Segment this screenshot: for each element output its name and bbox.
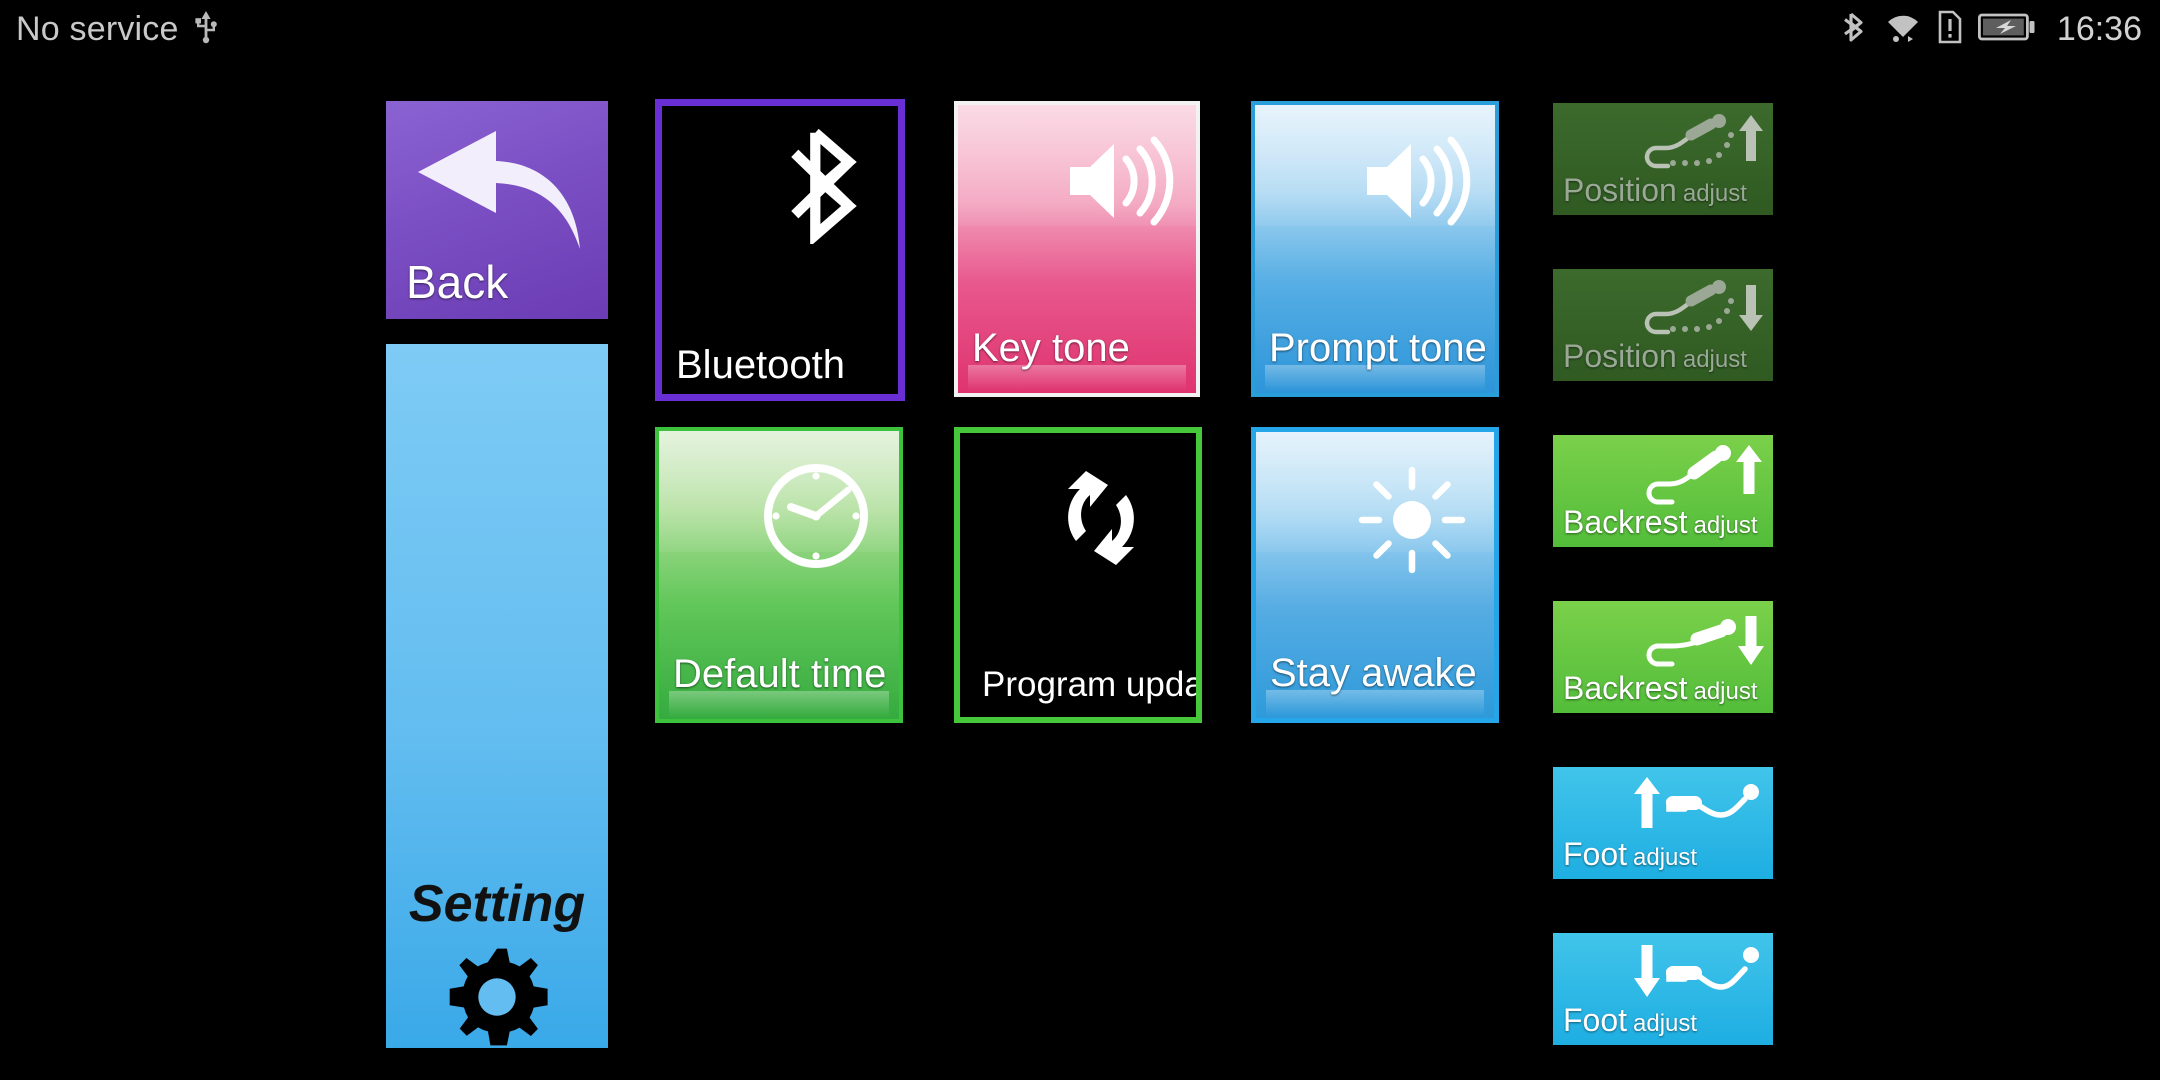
backrest-up-icon — [1639, 443, 1769, 510]
tile-default-time[interactable]: Default time — [655, 427, 903, 723]
tile-stay-awake[interactable]: Stay awake — [1251, 427, 1499, 723]
tile-bluetooth-label: Bluetooth — [676, 343, 846, 387]
person-recline-down-icon — [1639, 277, 1769, 344]
status-bar-left: No service — [16, 0, 219, 58]
foot-adjust-up-label: Foot adjust — [1563, 836, 1698, 872]
foot-adjust-down-button[interactable]: Foot adjust — [1553, 933, 1773, 1045]
refresh-sync-icon — [1042, 463, 1160, 578]
tile-program-update-label: Program update — [982, 665, 1202, 704]
backrest-adjust-up-button[interactable]: Backrest adjust — [1553, 435, 1773, 547]
back-label: Back — [406, 256, 509, 308]
clock-icon — [757, 457, 875, 580]
gear-icon — [442, 942, 552, 1048]
usb-icon — [193, 10, 219, 49]
setting-panel[interactable]: Setting — [386, 344, 608, 1048]
speaker-volume-icon — [1064, 131, 1174, 236]
tile-prompt-tone-label: Prompt tone — [1269, 326, 1487, 370]
back-arrow-icon — [408, 117, 588, 262]
bluetooth-icon — [1841, 8, 1869, 51]
position-adjust-up-button[interactable]: Position adjust — [1553, 103, 1773, 215]
bluetooth-icon — [782, 124, 872, 249]
position-adjust-up-label: Position adjust — [1563, 172, 1747, 208]
tile-key-tone-label: Key tone — [972, 326, 1130, 370]
status-bar-right: 16:36 — [1841, 0, 2142, 58]
sun-brightness-icon — [1356, 464, 1468, 581]
backrest-adjust-down-button[interactable]: Backrest adjust — [1553, 601, 1773, 713]
person-recline-up-icon — [1639, 111, 1769, 178]
position-adjust-down-label: Position adjust — [1563, 338, 1747, 374]
status-clock: 16:36 — [2056, 9, 2142, 48]
carrier-label: No service — [16, 9, 179, 48]
tile-stay-awake-label: Stay awake — [1270, 651, 1477, 695]
position-adjust-down-button[interactable]: Position adjust — [1553, 269, 1773, 381]
foot-adjust-down-label: Foot adjust — [1563, 1002, 1698, 1038]
tile-key-tone[interactable]: Key tone — [954, 101, 1200, 397]
setting-label: Setting — [408, 875, 586, 933]
backrest-adjust-up-label: Backrest adjust — [1563, 504, 1758, 540]
status-bar: No service 16:36 — [0, 0, 2160, 58]
wifi-icon — [1884, 10, 1922, 49]
backrest-adjust-down-label: Backrest adjust — [1563, 670, 1758, 706]
tile-program-update[interactable]: Program update — [954, 427, 1202, 723]
sim-card-alert-icon — [1937, 10, 1963, 49]
foot-down-icon — [1629, 941, 1769, 1008]
tile-default-time-label: Default time — [673, 652, 887, 696]
tile-bluetooth[interactable]: Bluetooth — [655, 99, 905, 401]
back-button[interactable]: Back — [386, 101, 608, 319]
tile-prompt-tone[interactable]: Prompt tone — [1251, 101, 1499, 397]
speaker-volume-icon — [1361, 131, 1471, 236]
backrest-down-icon — [1639, 609, 1769, 676]
foot-adjust-up-button[interactable]: Foot adjust — [1553, 767, 1773, 879]
foot-up-icon — [1629, 775, 1769, 842]
battery-charging-icon — [1977, 12, 2036, 47]
